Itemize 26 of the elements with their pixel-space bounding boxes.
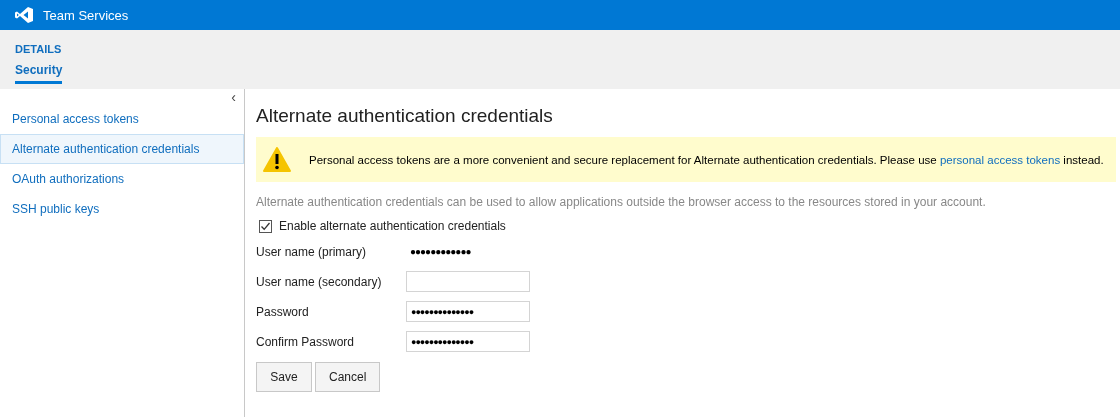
checkbox-label: Enable alternate authentication credentials — [279, 219, 506, 233]
field-label: User name (secondary) — [256, 274, 383, 289]
section-label: DETAILS — [15, 43, 63, 55]
logo-icon — [15, 7, 33, 23]
action-button[interactable]: Save — [256, 362, 312, 392]
sidebar-item[interactable]: Alternate authentication credentials — [0, 134, 244, 164]
action-button[interactable]: Cancel — [315, 362, 381, 392]
description-text: Alternate authentication credentials can be used to allow applications outside the browser access to the resources stored in your account. — [256, 195, 987, 209]
input-field[interactable]: ●●●●●●●●●●●●●● — [406, 301, 530, 322]
field-label: Confirm Password — [256, 334, 356, 349]
warning-icon — [263, 147, 291, 172]
page-title: Alternate authentication credentials — [256, 105, 554, 127]
warning-message: Personal access tokens are a more convenient and secure replacement for Alternate authentication credentials. Please use personal access tokens instead. — [309, 153, 1104, 166]
field-label: User name (primary) — [256, 245, 367, 259]
input-field[interactable] — [406, 271, 530, 292]
input-field[interactable]: ●●●●●●●●●●●●●● — [406, 331, 530, 352]
personal-access-tokens-link[interactable]: personal access tokens — [939, 153, 1061, 166]
enable-checkbox[interactable] — [259, 219, 272, 233]
sidebar-item[interactable]: Personal access tokens — [0, 104, 244, 134]
sidebar-item[interactable]: SSH public keys — [0, 194, 244, 224]
sidebar-item[interactable]: OAuth authorizations — [0, 164, 244, 194]
app-title: Team Services — [43, 7, 129, 23]
field-label: Password — [256, 304, 310, 319]
masked-value: ●●●●●●●●●●●● — [409, 245, 472, 259]
tab[interactable]: Security — [15, 63, 63, 84]
collapse-button[interactable]: ‹ — [229, 89, 238, 104]
